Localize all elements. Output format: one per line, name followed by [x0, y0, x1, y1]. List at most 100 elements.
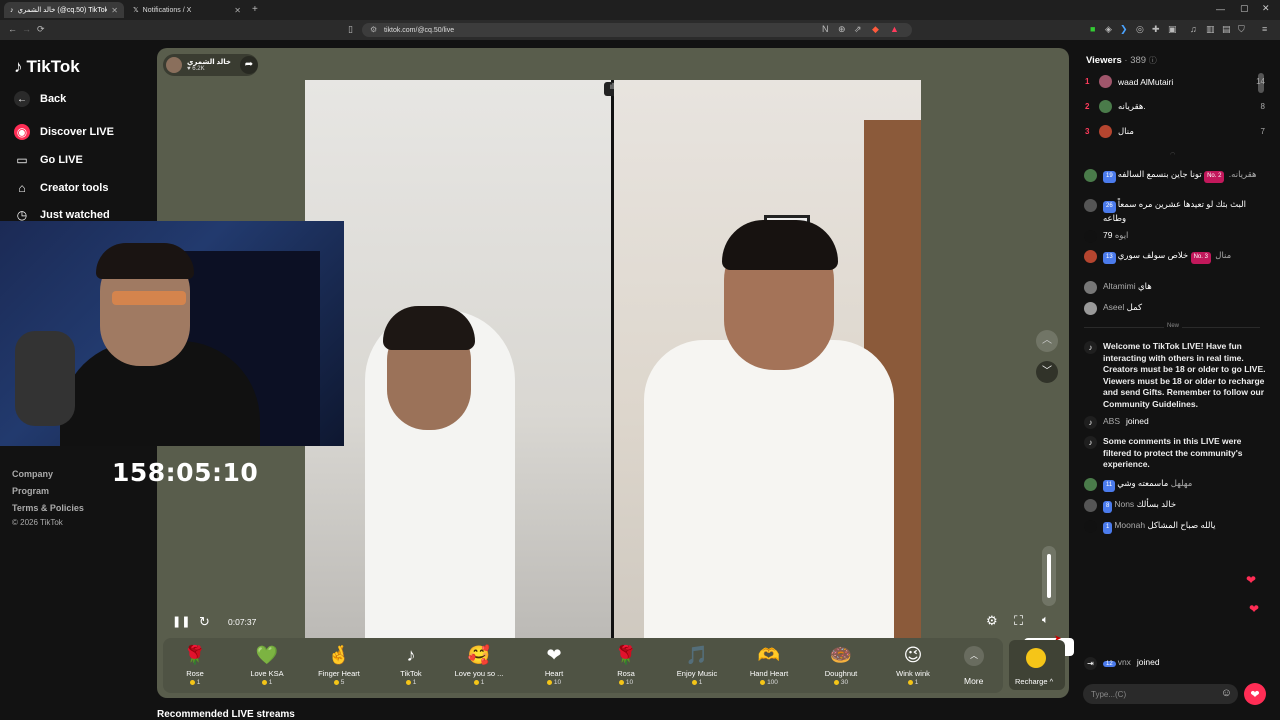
menu-icon[interactable]: ≡	[1262, 24, 1267, 34]
close-tab-icon[interactable]: ✕	[234, 6, 241, 15]
more-gifts-button[interactable]: ︿	[964, 646, 984, 666]
extension-icon[interactable]: ❯	[1120, 24, 1128, 35]
translate-icon[interactable]: N	[822, 24, 829, 34]
tab-tiktok-live[interactable]: ♪ خالد الشمري (@cq.50) TikTok LIVE ✕	[4, 2, 124, 18]
coin-icon	[618, 679, 624, 685]
extension-icon[interactable]: ◎	[1136, 24, 1144, 35]
avatar[interactable]	[1084, 520, 1097, 533]
back-arrow-icon[interactable]: ←	[8, 24, 17, 34]
emoji-icon[interactable]: ☺	[1221, 687, 1232, 699]
recharge-button[interactable]: Recharge ^	[1009, 640, 1065, 690]
extension-icon[interactable]: ■	[1090, 24, 1095, 34]
top-viewer-row[interactable]: 1 waad AlMutairi 14	[1085, 75, 1265, 88]
zoom-icon[interactable]: ⊕	[838, 24, 846, 35]
extension-icon[interactable]: ◈	[1105, 24, 1112, 35]
gift-item[interactable]: 🌹 Rosa 10	[591, 644, 661, 686]
share-arrow-icon: ➦	[244, 59, 254, 70]
sidebar-item-go-live[interactable]: ▭ Go LIVE	[14, 152, 82, 168]
system-message-welcome: ♪ Welcome to TikTok LIVE! Have fun inter…	[1084, 341, 1268, 410]
gift-item[interactable]: 🥰 Love you so ... 1	[444, 644, 514, 686]
collapse-icon[interactable]: ◠	[1170, 151, 1175, 158]
chat-comment: 8 Nons خالد بسألك	[1084, 499, 1268, 513]
close-window-icon[interactable]: ✕	[1262, 3, 1270, 14]
volume-slider-fill	[1047, 554, 1051, 598]
maximize-icon[interactable]: ▢	[1240, 3, 1249, 14]
video-host-left[interactable]	[305, 80, 611, 638]
top-viewer-row[interactable]: 3 منال 7	[1085, 125, 1265, 138]
refresh-button[interactable]: ↻	[199, 614, 210, 630]
chat-comment: Altamimi هاي	[1084, 281, 1268, 294]
settings-button[interactable]: ⚙	[986, 613, 998, 629]
puzzle-icon[interactable]: ✚	[1152, 24, 1160, 35]
previous-live-button[interactable]: ︿	[1036, 330, 1058, 352]
brave-shield-icon[interactable]: ◆	[872, 24, 879, 35]
vpn-icon[interactable]: ⛉	[1238, 24, 1245, 35]
pause-button[interactable]: ❚❚	[172, 615, 190, 628]
share-button[interactable]: ➦	[240, 56, 258, 74]
avatar[interactable]	[1084, 302, 1097, 315]
gift-item[interactable]: 😉 Wink wink 1	[878, 644, 948, 686]
video-guest-right[interactable]	[614, 80, 921, 638]
minimize-icon[interactable]: —	[1216, 4, 1225, 14]
like-button[interactable]: ❤	[1244, 683, 1266, 705]
avatar[interactable]	[1084, 169, 1097, 182]
speaker-icon: 🔈︎	[1042, 614, 1049, 626]
gift-item[interactable]: 🫶 Hand Heart 100	[734, 644, 804, 686]
avatar[interactable]	[1084, 478, 1097, 491]
tiktok-logo[interactable]: ♪ TikTok	[14, 57, 80, 77]
bookmark-icon[interactable]: ▯	[348, 24, 353, 35]
avatar[interactable]	[1084, 250, 1097, 263]
avatar[interactable]	[1084, 230, 1097, 243]
gift-item[interactable]: 🎵 Enjoy Music 1	[662, 644, 732, 686]
more-gifts-label: More	[964, 676, 984, 686]
url-bar[interactable]: ⚙ tiktok.com/@cq.50/live	[362, 23, 912, 37]
reload-icon[interactable]: ⟳	[37, 24, 45, 35]
media-icon[interactable]: ♫	[1190, 24, 1197, 34]
footer-link-program[interactable]: Program	[12, 486, 49, 496]
chevron-up-icon: ^	[1049, 677, 1054, 686]
close-tab-icon[interactable]: ✕	[111, 6, 118, 15]
gift-item[interactable]: ❤ Heart 10	[519, 644, 589, 686]
volume-button[interactable]: 🔈︎	[1042, 614, 1049, 627]
tab-notifications[interactable]: 𝕏 Notifications / X ✕	[127, 2, 247, 18]
gift-item[interactable]: ♪ TikTok 1	[376, 644, 446, 686]
avatar[interactable]	[1084, 281, 1097, 294]
avatar[interactable]	[1084, 199, 1097, 212]
site-info-icon[interactable]: ⚙	[370, 25, 377, 34]
system-message-filter: ♪ Some comments in this LIVE were filter…	[1084, 436, 1268, 471]
viewers-header[interactable]: Viewers · 389 ⓘ	[1086, 55, 1157, 66]
sidebar-toggle-icon[interactable]: ▥	[1206, 24, 1215, 35]
volume-slider[interactable]	[1042, 546, 1056, 606]
heart-icon: ❤	[1250, 688, 1260, 701]
wallet-icon[interactable]: ▤	[1222, 24, 1231, 35]
sidebar-item-creator-tools[interactable]: ⌂ Creator tools	[14, 180, 108, 196]
new-tab-icon[interactable]: +	[252, 4, 258, 15]
coin-icon	[333, 679, 339, 685]
join-icon: ⇥	[1084, 657, 1097, 670]
top-viewer-row[interactable]: 2 هقريانه. 8	[1085, 100, 1265, 113]
back-button[interactable]: ← Back	[14, 91, 66, 107]
info-icon: ⓘ	[1148, 56, 1157, 65]
person-hair	[383, 306, 475, 350]
gift-item[interactable]: 🌹 Rose 1	[160, 644, 230, 686]
footer-link-company[interactable]: Company	[12, 469, 53, 479]
copyright: © 2026 TikTok	[12, 518, 63, 527]
extension-icon[interactable]: ▣	[1168, 24, 1177, 35]
avatar	[1099, 125, 1112, 138]
fullscreen-button[interactable]: ⛶	[1014, 613, 1023, 629]
chat-comment: 1 Moonah يالله صباح المشاكل	[1084, 520, 1268, 534]
gift-item[interactable]: 🤞 Finger Heart 5	[304, 644, 374, 686]
gift-item[interactable]: 🍩 Doughnut 30	[806, 644, 876, 686]
avatar[interactable]	[1084, 499, 1097, 512]
fullscreen-icon: ⛶	[1014, 613, 1024, 628]
rewards-icon[interactable]: ▲	[890, 24, 899, 34]
floating-heart-icon: ❤	[1246, 573, 1257, 587]
next-live-button[interactable]: ﹀	[1036, 361, 1058, 383]
gift-item[interactable]: 💚 Love KSA 1	[232, 644, 302, 686]
coin-icon	[691, 679, 697, 685]
share-icon[interactable]: ⇗	[854, 24, 862, 35]
forward-arrow-icon[interactable]: →	[22, 24, 31, 34]
comment-input[interactable]: Type...(C) ☺	[1083, 684, 1238, 704]
footer-link-terms[interactable]: Terms & Policies	[12, 503, 84, 513]
sidebar-item-discover-live[interactable]: ◉ Discover LIVE	[14, 124, 114, 140]
